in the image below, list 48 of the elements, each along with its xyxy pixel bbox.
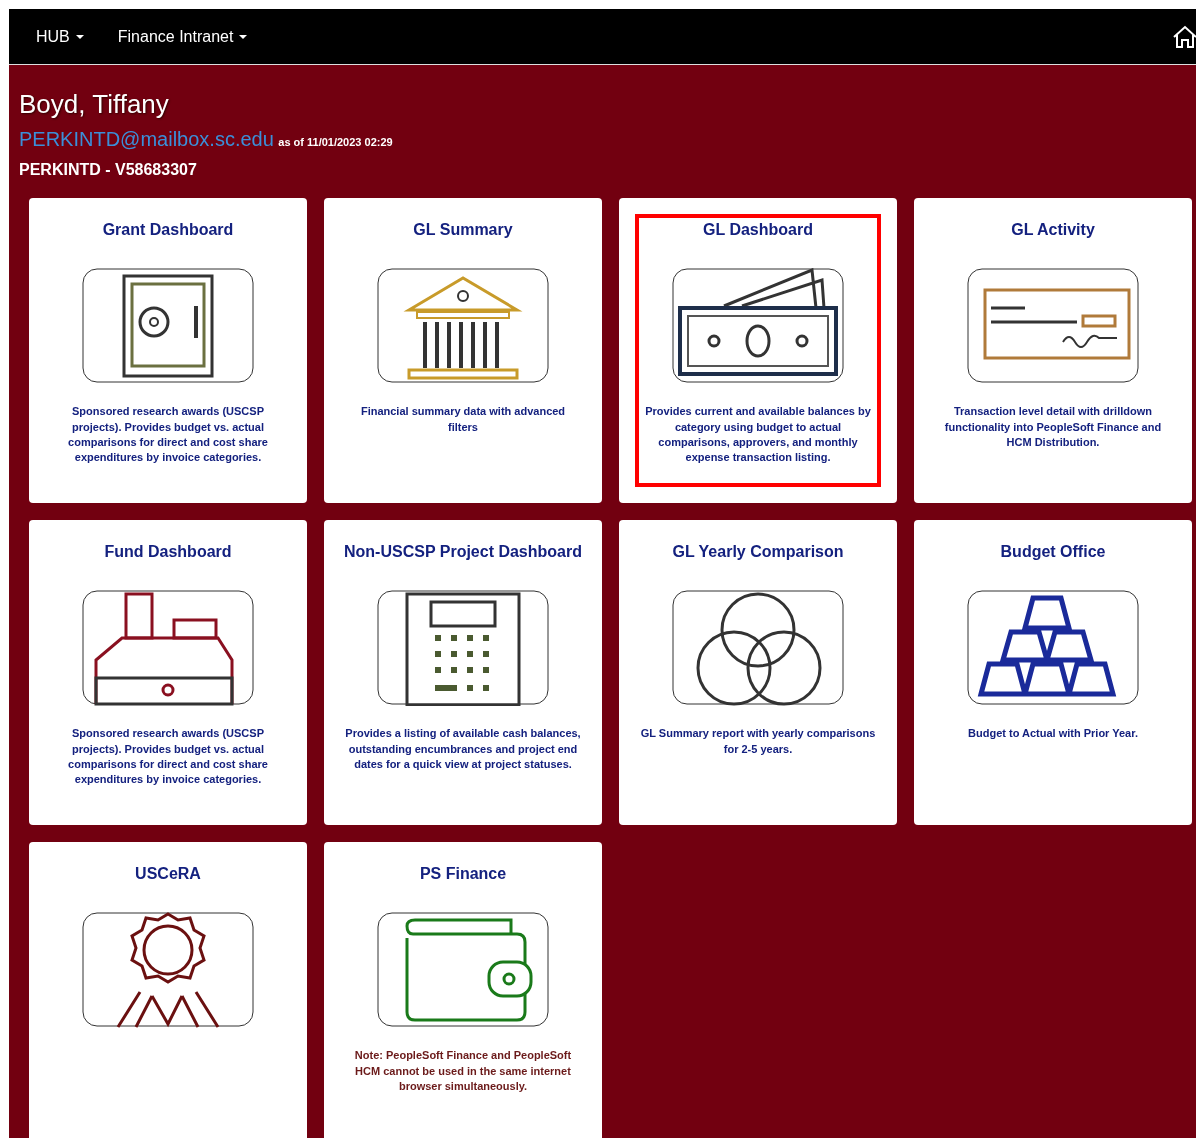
ingots-icon bbox=[967, 590, 1139, 707]
award-icon bbox=[82, 912, 254, 1029]
email-link[interactable]: PERKINTD@mailbox.sc.edu bbox=[19, 128, 274, 151]
cash-register-icon bbox=[82, 590, 254, 707]
home-button[interactable] bbox=[1172, 24, 1196, 49]
caret-icon bbox=[75, 34, 84, 39]
dashboard-card[interactable]: Grant Dashboard Sponsored research awards (USCSP projects). Provides budget vs. actual comparisons for direct and cost share expenditures by invoice categories. bbox=[29, 198, 307, 504]
card-title: GL Yearly Comparison bbox=[672, 542, 844, 563]
card-description: GL Summary report with yearly comparisons for 2-5 years. bbox=[640, 726, 876, 757]
card-title: GL Dashboard bbox=[703, 220, 813, 241]
dashboard-card[interactable]: GL Summary Financial summary data with advanced filters bbox=[324, 198, 602, 504]
circles-icon bbox=[672, 590, 844, 707]
dashboard-card[interactable]: Budget Office Budget to Actual with Prior Year. bbox=[914, 520, 1192, 826]
card-description: Financial summary data with advanced filters bbox=[359, 404, 567, 435]
card-description: Sponsored research awards (USCSP projects). Provides budget vs. actual comparisons for direct and cost share expenditures by invoice categories. bbox=[67, 404, 269, 466]
card-title: GL Summary bbox=[413, 220, 513, 241]
safe-icon bbox=[82, 268, 254, 385]
card-description: Transaction level detail with drilldown functionality into PeopleSoft Finance and HCM Distribution. bbox=[943, 404, 1163, 450]
user-name: Boyd, Tiffany bbox=[19, 89, 170, 121]
card-title: Non-USCSP Project Dashboard bbox=[344, 542, 582, 563]
dashboard-card[interactable]: GL Yearly Comparison GL Summary report with yearly comparisons for 2-5 years. bbox=[619, 520, 897, 826]
card-title: GL Activity bbox=[1011, 220, 1095, 241]
card-description: Sponsored research awards (USCSP projects). Provides budget vs. actual comparisons for direct and cost share expenditures by invoice categories. bbox=[67, 726, 269, 788]
nav-menu[interactable]: HUB bbox=[36, 20, 84, 53]
card-title: Grant Dashboard bbox=[102, 220, 234, 241]
calculator-icon bbox=[377, 590, 549, 707]
bank-icon bbox=[377, 268, 549, 385]
dashboard-card[interactable]: Fund Dashboard Sponsored research awards (USCSP projects). Provides budget vs. actual comparisons for direct and cost share expenditures by invoice categories. bbox=[29, 520, 307, 826]
dashboard-card[interactable]: USCeRA bbox=[29, 842, 307, 1138]
card-description: Provides a listing of available cash balances, outstanding encumbrances and project end dates for a quick view at project statuses. bbox=[345, 726, 581, 772]
cash-icon bbox=[672, 268, 844, 385]
card-description: Budget to Actual with Prior Year. bbox=[967, 726, 1139, 742]
note-text: Note: PeopleSoft Finance and PeopleSoft HCM cannot be used in the same internet browser simultaneously. bbox=[353, 1048, 573, 1094]
card-description: Provides current and available balances by category using budget to actual comparisons, approvers, and monthly expense transaction listing. bbox=[644, 404, 872, 466]
card-title: Fund Dashboard bbox=[104, 542, 232, 563]
card-title: USCeRA bbox=[135, 864, 201, 885]
card-title: Budget Office bbox=[1000, 542, 1106, 563]
dashboard-card[interactable]: GL Activity Transaction level detail with drilldown functionality into PeopleSoft Finance and HCM Distribution. bbox=[914, 198, 1192, 504]
user-id: PERKINTD - V58683307 bbox=[19, 160, 198, 181]
check-icon bbox=[967, 268, 1139, 385]
nav-menu[interactable]: Finance Intranet bbox=[117, 20, 248, 53]
timestamp: as of 11/01/2023 02:29 bbox=[278, 136, 393, 149]
caret-icon bbox=[239, 34, 248, 39]
dashboard-card[interactable]: GL Dashboard Provides current and available balances by category using budget to actual comparisons, approvers, and monthly expense transaction listing. bbox=[619, 198, 897, 504]
wallet-icon bbox=[377, 912, 549, 1029]
dashboard-card[interactable]: Non-USCSP Project Dashboard Provides a listing of available cash balances, outstanding encumbrances and project end dates for a quick view at project statuses. bbox=[324, 520, 602, 826]
card-title: PS Finance bbox=[419, 864, 507, 885]
dashboard-card[interactable]: PS Finance Note: PeopleSoft Finance and PeopleSoft HCM cannot be used in the same internet browser simultaneously. bbox=[324, 842, 602, 1138]
